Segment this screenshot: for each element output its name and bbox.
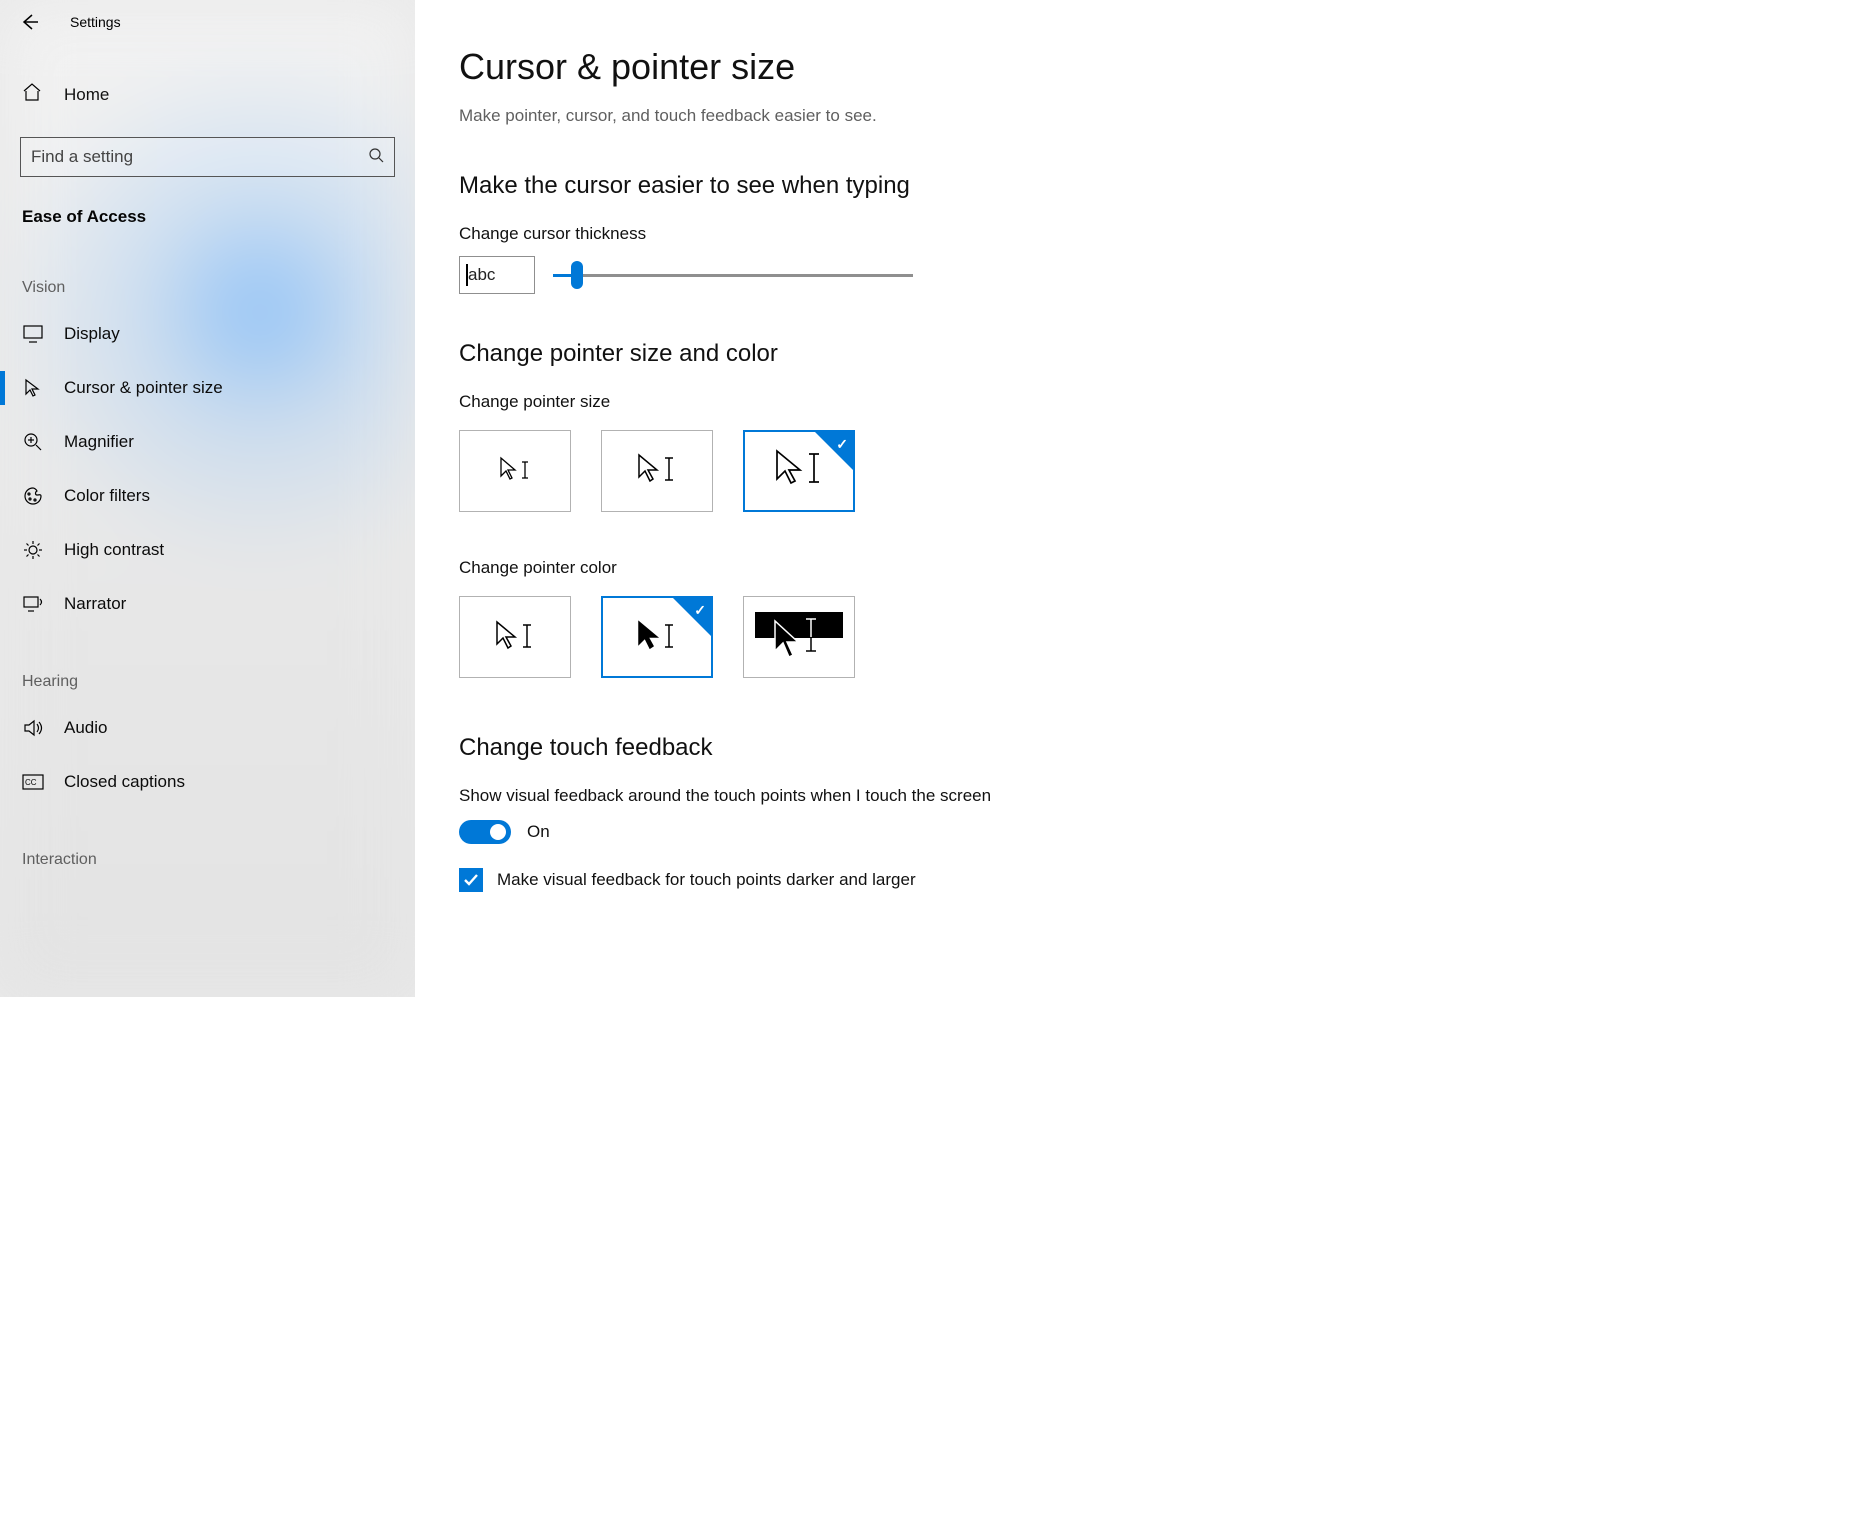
nav-magnifier[interactable]: Magnifier [0, 415, 415, 469]
check-icon: ✓ [694, 602, 706, 619]
size-label: Change pointer size [459, 392, 1151, 412]
page-title: Cursor & pointer size [459, 46, 1151, 88]
search-icon [368, 147, 384, 168]
home-label: Home [64, 85, 109, 105]
group-interaction: Interaction [0, 809, 415, 879]
thickness-preview: abc [459, 256, 535, 294]
search-input[interactable] [31, 147, 368, 167]
section-pointer: Change pointer size and color [459, 340, 1151, 368]
pointer-size-small[interactable] [459, 430, 571, 512]
titlebar: Settings [0, 0, 415, 44]
nav-display[interactable]: Display [0, 307, 415, 361]
pointer-color-inverted[interactable] [743, 596, 855, 678]
thickness-row: abc [459, 256, 1151, 294]
back-button[interactable] [18, 11, 40, 33]
nav-home[interactable]: Home [0, 70, 415, 119]
sidebar: Settings Home Ease of Access Vision Disp… [0, 0, 415, 997]
search-box[interactable] [20, 137, 395, 177]
thickness-label: Change cursor thickness [459, 224, 1151, 244]
palette-icon [22, 485, 44, 507]
slider-thumb[interactable] [571, 261, 583, 289]
svg-text:CC: CC [25, 778, 37, 787]
display-icon [22, 323, 44, 345]
section-cursor: Make the cursor easier to see when typin… [459, 172, 1151, 200]
darker-row: Make visual feedback for touch points da… [459, 868, 1151, 892]
nav-cursor-pointer-size[interactable]: Cursor & pointer size [0, 361, 415, 415]
pointer-color-white[interactable] [459, 596, 571, 678]
nav-high-contrast[interactable]: High contrast [0, 523, 415, 577]
nav-label: Audio [64, 718, 107, 738]
nav-color-filters[interactable]: Color filters [0, 469, 415, 523]
nav-audio[interactable]: Audio [0, 701, 415, 755]
page-subtitle: Make pointer, cursor, and touch feedback… [459, 106, 1151, 126]
touch-toggle-row: On [459, 820, 1151, 844]
pointer-size-large[interactable]: ✓ [743, 430, 855, 512]
darker-label: Make visual feedback for touch points da… [497, 870, 916, 890]
pointer-size-options: ✓ [459, 430, 1151, 512]
nav-narrator[interactable]: Narrator [0, 577, 415, 631]
touch-label: Show visual feedback around the touch po… [459, 786, 1151, 806]
nav-label: Color filters [64, 486, 150, 506]
preview-text: abc [468, 265, 495, 285]
magnifier-icon [22, 431, 44, 453]
touch-toggle[interactable] [459, 820, 511, 844]
nav-label: Cursor & pointer size [64, 378, 223, 398]
pointer-color-options: ✓ [459, 596, 1151, 678]
group-hearing: Hearing [0, 631, 415, 701]
title: Settings [70, 14, 121, 30]
darker-checkbox[interactable] [459, 868, 483, 892]
narrator-icon [22, 593, 44, 615]
pointer-color-black[interactable]: ✓ [601, 596, 713, 678]
nav-label: Display [64, 324, 120, 344]
nav-label: Magnifier [64, 432, 134, 452]
category-title: Ease of Access [0, 177, 415, 237]
caret-icon [466, 264, 468, 286]
cc-icon: CC [22, 771, 44, 793]
nav-label: Narrator [64, 594, 126, 614]
nav-closed-captions[interactable]: CC Closed captions [0, 755, 415, 809]
pointer-size-medium[interactable] [601, 430, 713, 512]
color-label: Change pointer color [459, 558, 1151, 578]
audio-icon [22, 717, 44, 739]
home-icon [22, 82, 42, 107]
check-icon: ✓ [836, 436, 848, 453]
thickness-slider[interactable] [553, 261, 913, 289]
group-vision: Vision [0, 237, 415, 307]
cursor-icon [22, 377, 44, 399]
brightness-icon [22, 539, 44, 561]
main-content: Cursor & pointer size Make pointer, curs… [415, 0, 1195, 997]
touch-state: On [527, 822, 550, 842]
section-touch: Change touch feedback [459, 734, 1151, 762]
nav-label: Closed captions [64, 772, 185, 792]
nav-label: High contrast [64, 540, 164, 560]
